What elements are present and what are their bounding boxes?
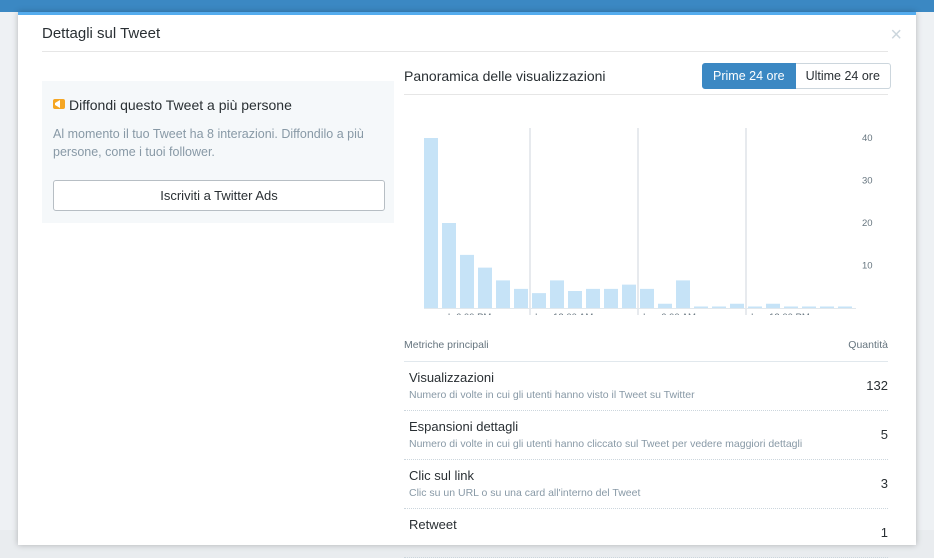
metric-row-link-clicks: Clic sul link Clic su un URL o su una ca…	[404, 460, 888, 509]
promo-title: Diffondi questo Tweet a più persone	[69, 97, 292, 113]
metrics-header-label: Metriche principali	[404, 339, 489, 351]
chart-bar[interactable]	[460, 254, 474, 308]
chart-bar[interactable]	[820, 306, 834, 309]
chart-bar[interactable]	[784, 306, 798, 309]
chart-bar[interactable]	[442, 223, 456, 308]
metric-row-detail-expands: Espansioni dettagli Numero di volte in c…	[404, 411, 888, 460]
y-tick-label: 30	[862, 176, 873, 187]
x-tick-label: dom 6:00 AM	[640, 312, 696, 315]
overview-title: Panoramica delle visualizzazioni	[404, 68, 606, 84]
promo-title-row: Diffondi questo Tweet a più persone	[53, 97, 292, 113]
chart-bar[interactable]	[604, 288, 618, 308]
close-icon[interactable]: ×	[890, 25, 902, 45]
x-tick-label: sab 6:00 PM	[438, 312, 491, 315]
modal-header: Dettagli sul Tweet ×	[42, 15, 902, 52]
megaphone-icon	[53, 99, 65, 109]
tab-first-24h[interactable]: Prime 24 ore	[702, 63, 796, 89]
x-tick-label: dom 12:00 PM	[748, 312, 810, 315]
chart-bar[interactable]	[730, 303, 744, 308]
metric-value: 132	[866, 378, 888, 393]
chart-bar[interactable]	[550, 280, 564, 308]
promo-description: Al momento il tuo Tweet ha 8 interazioni…	[53, 127, 364, 159]
tab-last-24h[interactable]: Ultime 24 ore	[795, 63, 891, 89]
impressions-chart: sab 6:00 PM dom 12:00 AM dom 6:00 AM dom 12…	[404, 110, 888, 325]
metric-name: Visualizzazioni	[409, 370, 495, 385]
y-tick-label: 10	[862, 261, 873, 272]
chart-bar[interactable]	[640, 288, 654, 308]
chart-bar[interactable]	[622, 284, 636, 308]
metric-description: Clic su un URL o su una card all'interno…	[409, 487, 641, 499]
metrics-header-quantity: Quantità	[848, 339, 888, 351]
x-tick-label: dom 12:00 AM	[532, 312, 593, 315]
metric-value: 5	[880, 427, 888, 442]
metric-name: Clic sul link	[409, 468, 475, 483]
chart-bar[interactable]	[514, 288, 528, 308]
timeframe-tabs: Prime 24 ore Ultime 24 ore	[702, 63, 891, 89]
modal-title: Dettagli sul Tweet	[42, 25, 161, 42]
chart-bar[interactable]	[424, 138, 438, 308]
metric-value: 1	[880, 525, 888, 540]
promo-panel: Diffondi questo Tweet a più persone Al m…	[42, 81, 394, 223]
metric-description: Numero di volte in cui gli utenti hanno …	[409, 389, 695, 401]
metric-description: Numero di volte in cui gli utenti hanno …	[409, 438, 803, 450]
y-tick-label: 40	[862, 133, 873, 144]
chart-bar[interactable]	[496, 280, 510, 308]
metric-value: 3	[880, 476, 888, 491]
metric-row-impressions: Visualizzazioni Numero di volte in cui g…	[404, 362, 888, 411]
twitter-ads-signup-button[interactable]: Iscriviti a Twitter Ads	[53, 180, 385, 211]
metric-row-retweets: Retweet 1	[404, 509, 888, 558]
tweet-details-modal: Dettagli sul Tweet × Diffondi questo Twe…	[18, 12, 916, 558]
chart-bar[interactable]	[658, 303, 672, 308]
chart-bar[interactable]	[568, 291, 582, 308]
background-top-bar	[0, 0, 934, 12]
metrics-table: Metriche principali Quantità Visualizzaz…	[404, 331, 888, 558]
chart-bar[interactable]	[748, 306, 762, 309]
chart-bar[interactable]	[694, 306, 708, 309]
chart-bar[interactable]	[586, 288, 600, 308]
metric-name: Espansioni dettagli	[409, 419, 519, 434]
chart-bar[interactable]	[532, 293, 546, 308]
y-tick-label: 20	[862, 218, 873, 229]
metrics-header: Metriche principali Quantità	[404, 331, 888, 362]
overview-divider	[404, 94, 888, 95]
chart-bar[interactable]	[838, 306, 852, 309]
impressions-chart-svg: sab 6:00 PM dom 12:00 AM dom 6:00 AM dom 12…	[424, 128, 873, 325]
chart-bar[interactable]	[802, 306, 816, 309]
chart-bar[interactable]	[712, 306, 726, 309]
chart-bar[interactable]	[478, 267, 492, 308]
chart-bar[interactable]	[676, 280, 690, 308]
chart-bar[interactable]	[766, 303, 780, 308]
